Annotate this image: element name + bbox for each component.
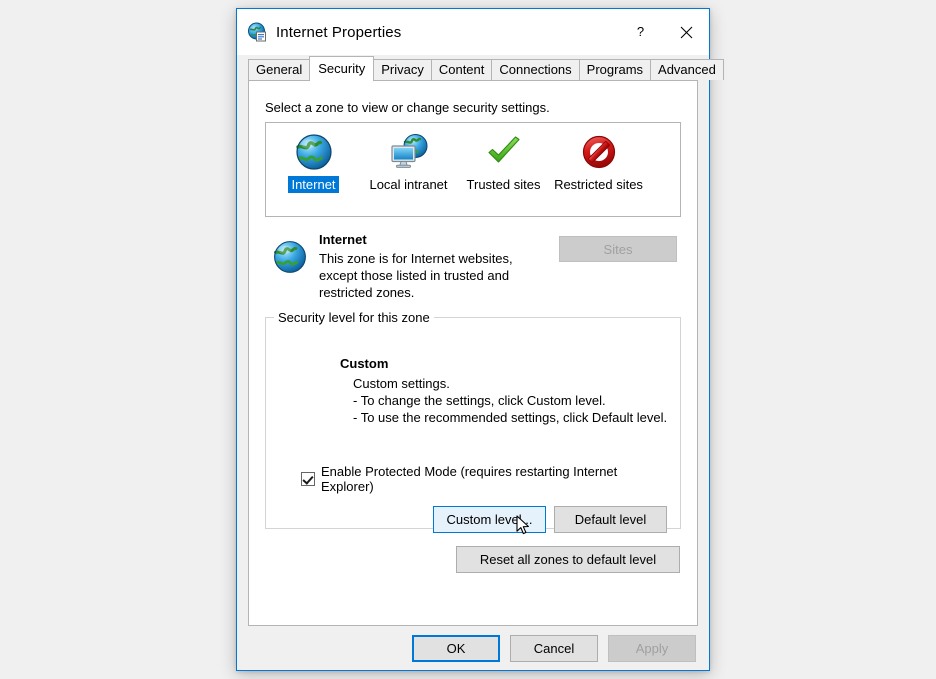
- window-title: Internet Properties: [276, 23, 402, 41]
- close-icon: [680, 26, 692, 38]
- red-prohibition-icon: [578, 131, 620, 173]
- globe-icon: [293, 131, 335, 173]
- zone-description-line3: restricted zones.: [319, 285, 415, 300]
- globe-icon: [271, 238, 309, 276]
- zone-description: Internet This zone is for Internet websi…: [265, 230, 681, 301]
- reset-row: Reset all zones to default level: [265, 546, 681, 573]
- titlebar-buttons: ?: [617, 9, 709, 55]
- title-bar: Internet Properties ?: [237, 9, 709, 55]
- security-level-description: Custom Custom settings. - To change the …: [340, 356, 668, 426]
- internet-properties-window: Internet Properties ? General Security P…: [236, 8, 724, 671]
- protected-mode-label: Enable Protected Mode (requires restarti…: [321, 464, 618, 494]
- tab-connections[interactable]: Connections: [491, 59, 580, 80]
- custom-level-button[interactable]: Custom level...: [433, 506, 546, 533]
- zone-item-internet[interactable]: Internet: [266, 131, 361, 216]
- tab-privacy[interactable]: Privacy: [373, 59, 432, 80]
- security-level-group: Security level for this zone Custom Cust…: [265, 310, 681, 533]
- reset-all-zones-button[interactable]: Reset all zones to default level: [456, 546, 680, 573]
- help-button[interactable]: ?: [617, 9, 663, 55]
- cancel-button[interactable]: Cancel: [510, 634, 598, 662]
- internet-properties-icon: [247, 22, 267, 42]
- level-buttons: Custom level... Default level: [278, 506, 668, 533]
- protected-mode-checkbox[interactable]: [301, 472, 315, 486]
- zone-item-local-intranet[interactable]: Local intranet: [361, 131, 456, 216]
- zone-list: Internet Local intranet Trusted sites Re…: [265, 122, 681, 217]
- apply-button[interactable]: Apply: [608, 634, 696, 662]
- ok-button[interactable]: OK: [412, 634, 500, 662]
- zone-intro-text: Select a zone to view or change security…: [265, 100, 550, 115]
- zone-description-line2: except those listed in trusted and: [319, 268, 510, 283]
- security-level-line1: Custom settings.: [353, 376, 450, 391]
- tab-general[interactable]: General: [248, 59, 311, 80]
- security-level-line2: - To change the settings, click Custom l…: [353, 393, 606, 408]
- security-level-line3: - To use the recommended settings, click…: [353, 410, 668, 425]
- zone-label: Internet: [288, 176, 339, 193]
- tab-strip: General Security Privacy Content Connect…: [237, 55, 724, 81]
- security-tab-panel: Select a zone to view or change security…: [248, 80, 698, 626]
- zone-description-line1: This zone is for Internet websites,: [319, 251, 513, 266]
- zone-description-title: Internet: [319, 232, 367, 247]
- zone-description-text: Internet This zone is for Internet websi…: [319, 230, 559, 301]
- zone-item-restricted-sites[interactable]: Restricted sites: [551, 131, 646, 216]
- monitor-globe-icon: [388, 131, 430, 173]
- sites-button[interactable]: Sites: [559, 236, 677, 262]
- tab-content[interactable]: Content: [430, 59, 493, 80]
- close-button[interactable]: [663, 9, 709, 55]
- dialog-command-strip: OK Cancel Apply: [237, 626, 709, 670]
- security-level-legend: Security level for this zone: [274, 310, 434, 325]
- tab-programs[interactable]: Programs: [578, 59, 652, 80]
- zone-item-trusted-sites[interactable]: Trusted sites: [456, 131, 551, 216]
- zone-label: Restricted sites: [554, 177, 643, 192]
- green-check-icon: [483, 131, 525, 173]
- security-level-name: Custom: [340, 356, 389, 371]
- zone-label: Trusted sites: [466, 177, 541, 192]
- zone-label: Local intranet: [369, 177, 448, 192]
- svg-text:?: ?: [636, 24, 643, 39]
- tab-security[interactable]: Security: [309, 56, 375, 81]
- default-level-button[interactable]: Default level: [554, 506, 667, 533]
- protected-mode-row[interactable]: Enable Protected Mode (requires restarti…: [301, 464, 668, 494]
- tab-advanced[interactable]: Advanced: [650, 59, 724, 80]
- question-mark-icon: ?: [636, 24, 643, 39]
